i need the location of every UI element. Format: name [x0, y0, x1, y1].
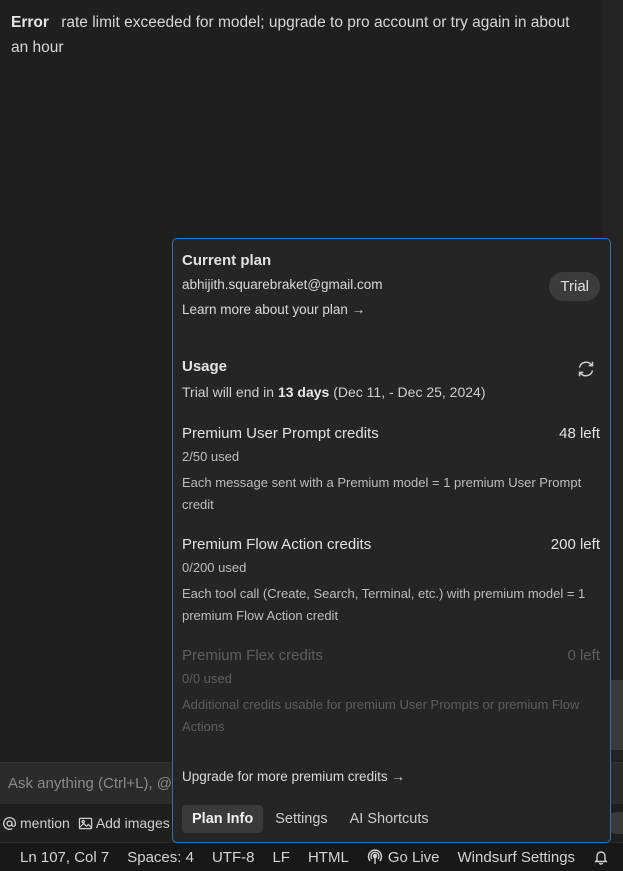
- tab-plan-info[interactable]: Plan Info: [182, 805, 264, 833]
- broadcast-icon: [367, 849, 382, 864]
- credit-title: Premium Flow Action credits: [182, 536, 372, 553]
- usage-title: Usage: [182, 358, 228, 375]
- credit-used: 2/50 used: [182, 449, 240, 464]
- credit-left: 0 left: [567, 647, 600, 664]
- current-plan-title: Current plan: [182, 252, 272, 269]
- add-images-button[interactable]: Add images: [78, 815, 170, 831]
- add-images-label: Add images: [95, 815, 170, 831]
- at-sign-icon: [3, 816, 16, 830]
- encoding[interactable]: UTF-8: [203, 849, 264, 866]
- tab-settings[interactable]: Settings: [265, 805, 337, 833]
- mention-button[interactable]: mention: [2, 815, 70, 831]
- trial-end-text: Trial will end in 13 days (Dec 11, - Dec…: [182, 384, 486, 400]
- credit-title: Premium Flex credits: [182, 647, 323, 664]
- credit-left: 200 left: [550, 536, 600, 553]
- windsurf-settings-button[interactable]: Windsurf Settings: [449, 849, 585, 866]
- flow-action-credits: Premium Flow Action credits 200 left 0/2…: [182, 536, 600, 627]
- error-text: rate limit exceeded for model; upgrade t…: [11, 14, 570, 56]
- current-plan-section: Current plan abhijith.squarebraket@gmail…: [182, 252, 600, 317]
- credit-description: Each message sent with a Premium model =…: [182, 475, 582, 512]
- flex-credits: Premium Flex credits 0 left 0/0 used Add…: [182, 647, 600, 738]
- refresh-icon[interactable]: [575, 358, 597, 380]
- learn-more-link[interactable]: Learn more about your plan →: [182, 302, 600, 317]
- plan-badge: Trial: [549, 272, 600, 301]
- editor-scrollbar-thumb[interactable]: [611, 680, 623, 750]
- notifications-button[interactable]: [584, 849, 618, 865]
- usage-section: Usage Trial will end in 13 days (Dec 11,…: [182, 358, 600, 400]
- account-email: abhijith.squarebraket@gmail.com: [182, 277, 383, 292]
- image-icon: [78, 817, 93, 829]
- plan-popup: Current plan abhijith.squarebraket@gmail…: [172, 238, 611, 843]
- language-mode[interactable]: HTML: [299, 849, 358, 866]
- upgrade-link[interactable]: Upgrade for more premium credits →: [182, 769, 405, 784]
- cursor-position[interactable]: Ln 107, Col 7: [0, 849, 118, 866]
- line-ending[interactable]: LF: [263, 849, 299, 866]
- indentation[interactable]: Spaces: 4: [118, 849, 203, 866]
- credit-used: 0/200 used: [182, 560, 247, 575]
- popup-tabs: Plan Info Settings AI Shortcuts: [182, 805, 439, 833]
- user-prompt-credits: Premium User Prompt credits 48 left 2/50…: [182, 425, 600, 516]
- credit-description: Each tool call (Create, Search, Terminal…: [182, 586, 586, 623]
- mention-label: mention: [20, 815, 70, 831]
- go-live-button[interactable]: Go Live: [358, 849, 449, 866]
- tab-ai-shortcuts[interactable]: AI Shortcuts: [340, 805, 439, 833]
- bell-icon: [594, 851, 608, 865]
- credit-title: Premium User Prompt credits: [182, 425, 379, 442]
- credit-used: 0/0 used: [182, 671, 232, 686]
- error-message: Error rate limit exceeded for model; upg…: [11, 10, 571, 60]
- trial-days: 13 days: [277, 384, 330, 400]
- error-label: Error: [11, 14, 49, 31]
- credit-left: 48 left: [559, 425, 600, 442]
- status-bar: Ln 107, Col 7 Spaces: 4 UTF-8 LF HTML Go…: [0, 842, 623, 871]
- credit-description: Additional credits usable for premium Us…: [182, 697, 580, 734]
